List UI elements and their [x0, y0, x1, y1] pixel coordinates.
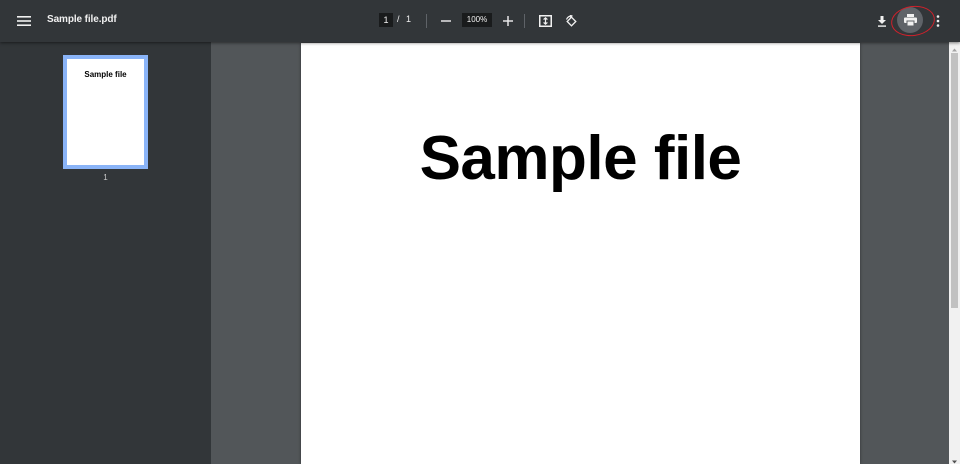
thumbnail-page-number: 1 — [103, 173, 108, 182]
scrollbar-thumb[interactable] — [951, 53, 958, 308]
menu-button[interactable] — [10, 7, 38, 35]
download-icon — [878, 15, 886, 27]
page-separator: / — [397, 14, 400, 24]
page-total: 1 — [406, 14, 412, 24]
menu-icon — [17, 16, 31, 26]
thumbnail-title: Sample file — [84, 70, 127, 79]
scroll-up-button[interactable] — [949, 42, 960, 52]
download-button[interactable] — [872, 10, 892, 32]
zoom-out-button[interactable] — [437, 11, 455, 31]
document-viewer[interactable]: Sample file — [211, 42, 949, 464]
scroll-down-button[interactable] — [949, 454, 960, 464]
scroll-down-arrow-icon — [952, 460, 957, 464]
fit-page-icon — [538, 15, 552, 27]
zoom-in-button[interactable] — [499, 11, 517, 31]
rotate-icon — [565, 14, 577, 27]
more-actions-button[interactable] — [929, 10, 947, 32]
zoom-out-icon — [441, 20, 451, 22]
print-button[interactable] — [897, 7, 923, 33]
print-icon — [903, 14, 917, 26]
pdf-page: Sample file — [301, 43, 860, 464]
toolbar-divider — [426, 14, 427, 28]
zoom-in-icon — [503, 16, 513, 26]
pdf-toolbar: Sample file.pdf 1 / 1 100% — [0, 0, 960, 42]
file-title: Sample file.pdf — [47, 14, 117, 25]
vertical-scrollbar[interactable] — [949, 42, 960, 464]
rotate-button[interactable] — [561, 10, 581, 32]
more-icon — [936, 15, 940, 27]
zoom-level-input[interactable]: 100% — [462, 13, 492, 27]
fit-to-page-button[interactable] — [535, 10, 555, 32]
page-number-input[interactable]: 1 — [379, 13, 393, 27]
toolbar-divider — [524, 14, 525, 28]
document-heading: Sample file — [419, 124, 742, 193]
thumbnail-sidebar: Sample file 1 — [0, 42, 211, 464]
page-thumbnail[interactable]: Sample file — [63, 55, 148, 169]
